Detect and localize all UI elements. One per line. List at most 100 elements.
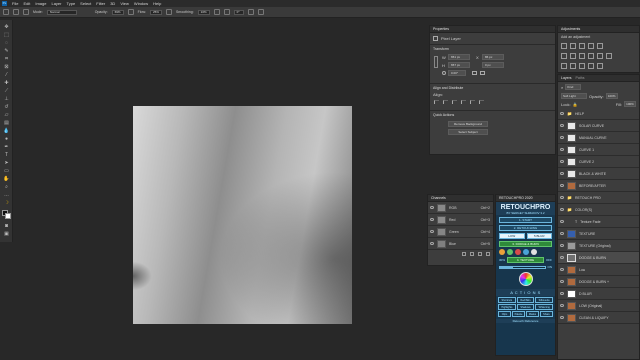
align-center-icon[interactable]: [443, 100, 448, 104]
channels-tab[interactable]: Channels: [431, 196, 446, 200]
symmetry-icon[interactable]: [257, 9, 264, 15]
layer-row[interactable]: 📁 RETOUCH PRO: [558, 192, 639, 204]
lock-icon[interactable]: 🔒: [573, 102, 578, 107]
healing-brush-icon[interactable]: ✚: [3, 80, 10, 86]
move-tool-icon[interactable]: ✥: [3, 24, 10, 30]
eye-icon[interactable]: [560, 280, 564, 283]
layer-row[interactable]: CURVE 1: [558, 144, 639, 156]
opacity-field[interactable]: 69%: [111, 9, 124, 15]
path-select-icon[interactable]: ➤: [3, 160, 10, 166]
invert-icon[interactable]: [561, 63, 567, 69]
whitening-button[interactable]: Whitening: [535, 304, 554, 310]
menu-view[interactable]: View: [120, 1, 129, 6]
quick-mask-icon[interactable]: ◙: [3, 223, 10, 229]
zoom-tool-icon[interactable]: ⌕: [3, 184, 10, 190]
blend-mode-dropdown[interactable]: Soft Light: [561, 93, 587, 99]
width-field[interactable]: 651 px: [448, 54, 470, 60]
menu-type[interactable]: Type: [67, 1, 76, 6]
posterize-icon[interactable]: [570, 63, 576, 69]
burn-dot-icon[interactable]: [507, 249, 513, 255]
channel-mixer-icon[interactable]: [597, 53, 603, 59]
photo-filter-icon[interactable]: [588, 53, 594, 59]
align-middle-icon[interactable]: [470, 100, 475, 104]
layer-row[interactable]: 📁 COLOR(S): [558, 204, 639, 216]
threshold-icon[interactable]: [579, 63, 585, 69]
type-tool-icon[interactable]: T: [3, 152, 10, 158]
flip-horizontal-icon[interactable]: [472, 71, 477, 75]
channel-row-blue[interactable]: Blue Ctrl+5: [428, 238, 493, 250]
layer-row[interactable]: TEXTURE: [558, 228, 639, 240]
select-subject-button[interactable]: Select Subject: [448, 129, 488, 135]
eye-icon[interactable]: [560, 196, 564, 199]
view-dot-icon[interactable]: [531, 249, 537, 255]
hue-saturation-icon[interactable]: [561, 53, 567, 59]
reset-dot-icon[interactable]: [515, 249, 521, 255]
eye-icon[interactable]: [430, 242, 434, 245]
texture-button[interactable]: 4. TEXTURE: [507, 257, 544, 263]
align-bottom-icon[interactable]: [479, 100, 484, 104]
dodge-burn-button[interactable]: 3. DODGE & BURN: [499, 241, 552, 247]
flow-field[interactable]: 25%: [149, 9, 162, 15]
kind-filter-dropdown[interactable]: Kind: [565, 84, 582, 90]
texture-slider[interactable]: [499, 265, 546, 269]
start-button[interactable]: 1. START: [499, 217, 552, 223]
menu-filter[interactable]: Filter: [96, 1, 105, 6]
pen-tool-icon[interactable]: ✒: [3, 144, 10, 150]
quick-select-icon[interactable]: ✎: [3, 48, 10, 54]
gear-icon[interactable]: [213, 9, 220, 15]
eye-icon[interactable]: [560, 208, 564, 211]
layer-row[interactable]: BLACK & WHITE: [558, 168, 639, 180]
layer-row[interactable]: CLEAN & LIQUIFY: [558, 312, 639, 324]
layers-tab[interactable]: Layers: [561, 76, 572, 80]
eye-icon[interactable]: [560, 244, 564, 247]
gradient-map-icon[interactable]: [588, 63, 594, 69]
eraser-tool-icon[interactable]: ▱: [3, 112, 10, 118]
eye-icon[interactable]: [560, 148, 564, 151]
check-dot-icon[interactable]: [523, 249, 529, 255]
color-lookup-icon[interactable]: [606, 53, 612, 59]
blur-tool-icon[interactable]: 💧: [3, 128, 10, 134]
history-brush-icon[interactable]: ↺: [3, 104, 10, 110]
layer-row[interactable]: TEXTURE (Original): [558, 240, 639, 252]
retouchpro-tab[interactable]: RETOUCHPRO 2020: [499, 196, 533, 200]
brush-tool-icon[interactable]: [13, 9, 19, 15]
clone-stamp-icon[interactable]: ⊥: [3, 96, 10, 102]
blur-button[interactable]: 5 BLUR: [526, 233, 552, 239]
texture-off-label[interactable]: OFF: [546, 258, 552, 262]
brightness-icon[interactable]: [561, 43, 567, 49]
flip-vertical-icon[interactable]: [480, 71, 485, 75]
adjustments-tab[interactable]: Adjustments: [561, 27, 580, 31]
layer-opacity-field[interactable]: 100%: [605, 93, 618, 99]
eye-icon[interactable]: [560, 304, 564, 307]
layer-row[interactable]: CURVE 2: [558, 156, 639, 168]
mode-dropdown[interactable]: Normal: [46, 9, 77, 15]
layer-row[interactable]: DODGE & BURN +: [558, 276, 639, 288]
vibrance-icon[interactable]: [597, 43, 603, 49]
layer-row[interactable]: BEFORE/AFTER: [558, 180, 639, 192]
eye-icon[interactable]: [430, 218, 434, 221]
crop-tool-icon[interactable]: ⌗: [3, 56, 10, 62]
pressure-size-icon[interactable]: [247, 9, 254, 15]
properties-tab[interactable]: Properties: [433, 27, 449, 31]
save-selection-icon[interactable]: [470, 252, 474, 256]
eye-icon[interactable]: [560, 256, 564, 259]
document-canvas[interactable]: [133, 106, 352, 324]
smoothing-field[interactable]: 10%: [197, 9, 210, 15]
curves-icon[interactable]: [579, 43, 585, 49]
y-field[interactable]: 0 px: [482, 62, 504, 68]
frame-tool-icon[interactable]: ⊠: [3, 64, 10, 70]
highlights-button[interactable]: Highlights: [498, 304, 516, 310]
menu-select[interactable]: Select: [80, 1, 91, 6]
angle-field[interactable]: 0°: [233, 9, 244, 15]
channel-row-green[interactable]: Green Ctrl+4: [428, 226, 493, 238]
retouching-button[interactable]: 2. RETOUCHING: [499, 225, 552, 231]
texture-on-label[interactable]: ON: [548, 265, 553, 269]
more-tools-icon[interactable]: …: [3, 192, 10, 198]
brush-preset-icon[interactable]: [23, 9, 29, 15]
eye-icon[interactable]: [560, 292, 564, 295]
layer-row[interactable]: T Texture Fade: [558, 216, 639, 228]
background-color-swatch[interactable]: [5, 213, 11, 219]
dodge-dot-icon[interactable]: [499, 249, 505, 255]
brush-tool-icon[interactable]: ⟋: [3, 88, 10, 94]
layer-row[interactable]: MANUAL CURVE: [558, 132, 639, 144]
